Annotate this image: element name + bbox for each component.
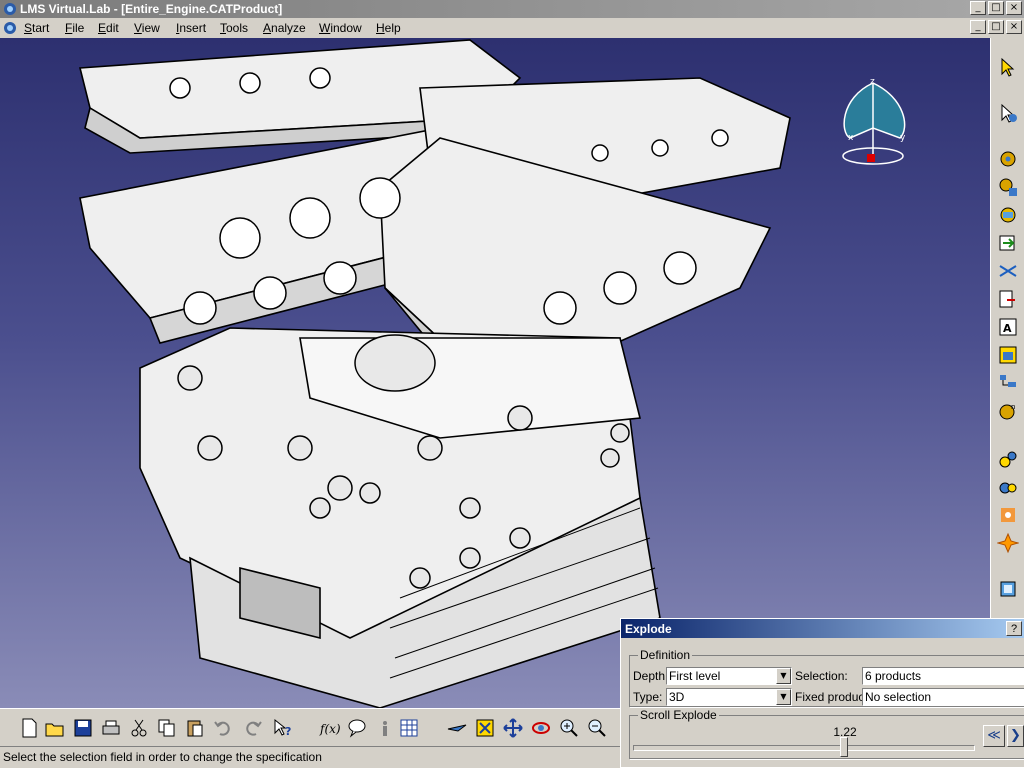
flip-icon[interactable] (997, 260, 1019, 282)
import-arrow-icon[interactable] (997, 232, 1019, 254)
3d-viewport[interactable]: z x y (0, 38, 990, 708)
explode-icon[interactable] (997, 532, 1019, 554)
definition-label: Definition (638, 648, 693, 662)
window-titlebar: LMS Virtual.Lab - [Entire_Engine.CATProd… (0, 0, 1024, 18)
compass-z-label: z (870, 77, 875, 87)
cube-icon[interactable] (997, 578, 1019, 600)
redo-icon[interactable] (242, 717, 264, 739)
explode-first-button[interactable]: ≪ (983, 725, 1005, 747)
depth-select[interactable]: First level ▼ (666, 667, 792, 685)
dialog-title: Explode (625, 622, 672, 636)
paste-icon[interactable] (184, 717, 206, 739)
undo-icon[interactable] (212, 717, 234, 739)
text-annotation-icon[interactable]: A (997, 316, 1019, 338)
cut-icon[interactable] (128, 717, 150, 739)
menu-file[interactable]: File (65, 21, 84, 35)
menu-edit[interactable]: Edit (98, 21, 119, 35)
catalog-icon[interactable] (997, 344, 1019, 366)
minimize-button[interactable]: _ (970, 1, 986, 15)
svg-text:n: n (1011, 403, 1015, 411)
menu-start[interactable]: Start (24, 21, 49, 35)
menu-view[interactable]: View (134, 21, 160, 35)
fixed-product-field[interactable]: No selection (862, 688, 1024, 706)
depth-dropdown-icon[interactable]: ▼ (776, 668, 791, 684)
fly-mode-icon[interactable] (446, 717, 468, 739)
compass-y-label: y (900, 133, 906, 143)
svg-text:A: A (1003, 322, 1012, 335)
select-arrow-icon[interactable] (997, 56, 1019, 78)
menu-analyze[interactable]: Analyze (263, 21, 306, 35)
contact-icon[interactable] (997, 476, 1019, 498)
restore-button[interactable]: □ (988, 1, 1004, 15)
menu-window[interactable]: Window (319, 21, 362, 35)
engine-model[interactable]: z x y (0, 38, 990, 708)
svg-text:?: ? (285, 725, 291, 738)
svg-text:f(x): f(x) (319, 722, 340, 736)
new-file-icon[interactable] (18, 717, 40, 739)
undo-edit-icon[interactable] (997, 288, 1019, 310)
info-icon[interactable] (374, 717, 396, 739)
whats-this-help-icon[interactable]: ? (272, 717, 294, 739)
table-icon[interactable] (398, 717, 420, 739)
compass-x-label: x (848, 133, 854, 143)
zoom-out-icon[interactable] (586, 717, 608, 739)
save-icon[interactable] (72, 717, 94, 739)
gear-settings-icon[interactable] (997, 204, 1019, 226)
right-toolbar: A n (990, 38, 1024, 708)
selection-label: Selection: (795, 669, 848, 683)
window-title: LMS Virtual.Lab - [Entire_Engine.CATProd… (20, 2, 283, 16)
doc-close-button[interactable]: × (1006, 20, 1022, 34)
scroll-explode-label: Scroll Explode (638, 708, 719, 722)
rotate-icon[interactable] (530, 717, 552, 739)
fit-all-icon[interactable] (474, 717, 496, 739)
tree-icon[interactable] (997, 372, 1019, 394)
scroll-explode-thumb[interactable] (839, 737, 848, 757)
close-button[interactable]: × (1006, 1, 1022, 15)
zoom-in-icon[interactable] (558, 717, 580, 739)
document-icon[interactable] (3, 21, 17, 35)
explode-next-button[interactable]: ❯ (1007, 725, 1024, 747)
bottom-toolbar: ? f(x) (0, 708, 620, 747)
fixed-product-label: Fixed product: (795, 690, 872, 704)
gear-number-icon[interactable]: n (997, 400, 1019, 422)
explode-dialog: Explode ? Definition Depth: First level … (620, 618, 1024, 768)
dialog-titlebar[interactable]: Explode ? (621, 619, 1024, 638)
menubar: Start File Edit View Insert Tools Analyz… (0, 18, 1024, 38)
menu-help[interactable]: Help (376, 21, 401, 35)
doc-minimize-button[interactable]: _ (970, 20, 986, 34)
comment-icon[interactable] (346, 717, 368, 739)
pan-icon[interactable] (502, 717, 524, 739)
doc-restore-button[interactable]: □ (988, 20, 1004, 34)
status-bar: Select the selection field in order to c… (0, 746, 620, 768)
gear-assembly-icon[interactable] (997, 176, 1019, 198)
type-select[interactable]: 3D ▼ (666, 688, 792, 706)
compass-widget[interactable]: z x y (842, 77, 906, 165)
selection-field[interactable]: 6 products (862, 667, 1024, 685)
scroll-explode-track[interactable] (633, 745, 975, 751)
menu-tools[interactable]: Tools (220, 21, 248, 35)
open-folder-icon[interactable] (44, 717, 66, 739)
depth-label: Depth: (633, 669, 669, 683)
formula-icon[interactable]: f(x) (318, 717, 340, 739)
type-dropdown-icon[interactable]: ▼ (776, 689, 791, 705)
print-icon[interactable] (100, 717, 122, 739)
menu-insert[interactable]: Insert (176, 21, 206, 35)
dialog-help-button[interactable]: ? (1006, 621, 1022, 636)
snap-icon[interactable] (997, 504, 1019, 526)
gear-icon[interactable] (997, 148, 1019, 170)
type-label: Type: (633, 690, 663, 704)
app-icon (4, 3, 16, 15)
constraint-icon[interactable] (997, 448, 1019, 470)
select-trap-icon[interactable] (997, 102, 1019, 124)
copy-icon[interactable] (156, 717, 178, 739)
